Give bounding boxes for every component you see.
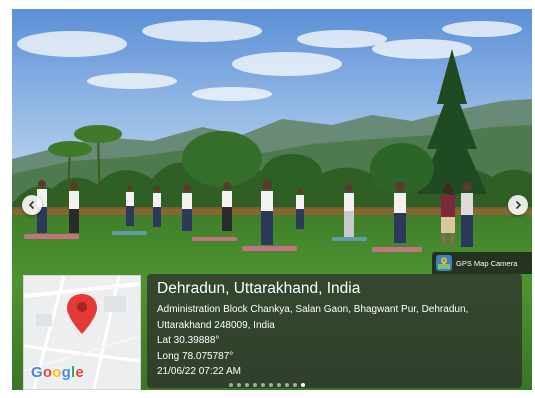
pagination-dot[interactable]	[245, 383, 249, 387]
map-thumbnail[interactable]: Google	[23, 275, 141, 390]
previous-photo-button[interactable]	[22, 195, 42, 215]
pagination-dot[interactable]	[237, 383, 241, 387]
next-photo-button[interactable]	[508, 195, 528, 215]
gps-map-camera-badge: GPS Map Camera	[432, 252, 532, 274]
pagination-dot[interactable]	[229, 383, 233, 387]
location-title: Dehradun, Uttarakhand, India	[157, 280, 361, 297]
photo-viewer: Google GPS Map Camera Dehradun, Uttarakh…	[12, 9, 532, 390]
pagination-dot[interactable]	[293, 383, 297, 387]
latitude: Lat 30.39888°	[157, 335, 220, 346]
address-line-1: Administration Block Chankya, Salan Gaon…	[157, 304, 469, 315]
pagination-dot[interactable]	[277, 383, 281, 387]
chevron-left-icon	[28, 200, 35, 210]
datetime: 21/06/22 07:22 AM	[157, 366, 241, 377]
location-info-panel: Dehradun, Uttarakhand, India Administrat…	[147, 274, 522, 388]
gps-map-camera-icon	[436, 255, 452, 271]
pagination-dot[interactable]	[261, 383, 265, 387]
chevron-right-icon	[515, 200, 522, 210]
badge-label: GPS Map Camera	[456, 258, 518, 268]
pagination-dot[interactable]	[253, 383, 257, 387]
pagination-dot[interactable]	[285, 383, 289, 387]
photo-pagination-dots	[229, 383, 305, 387]
pagination-dot[interactable]	[269, 383, 273, 387]
pagination-dot[interactable]	[301, 383, 305, 387]
address-line-2: Uttarakhand 248009, India	[157, 319, 275, 331]
longitude: Long 78.075787°	[157, 350, 234, 362]
google-logo: Google	[31, 364, 84, 381]
